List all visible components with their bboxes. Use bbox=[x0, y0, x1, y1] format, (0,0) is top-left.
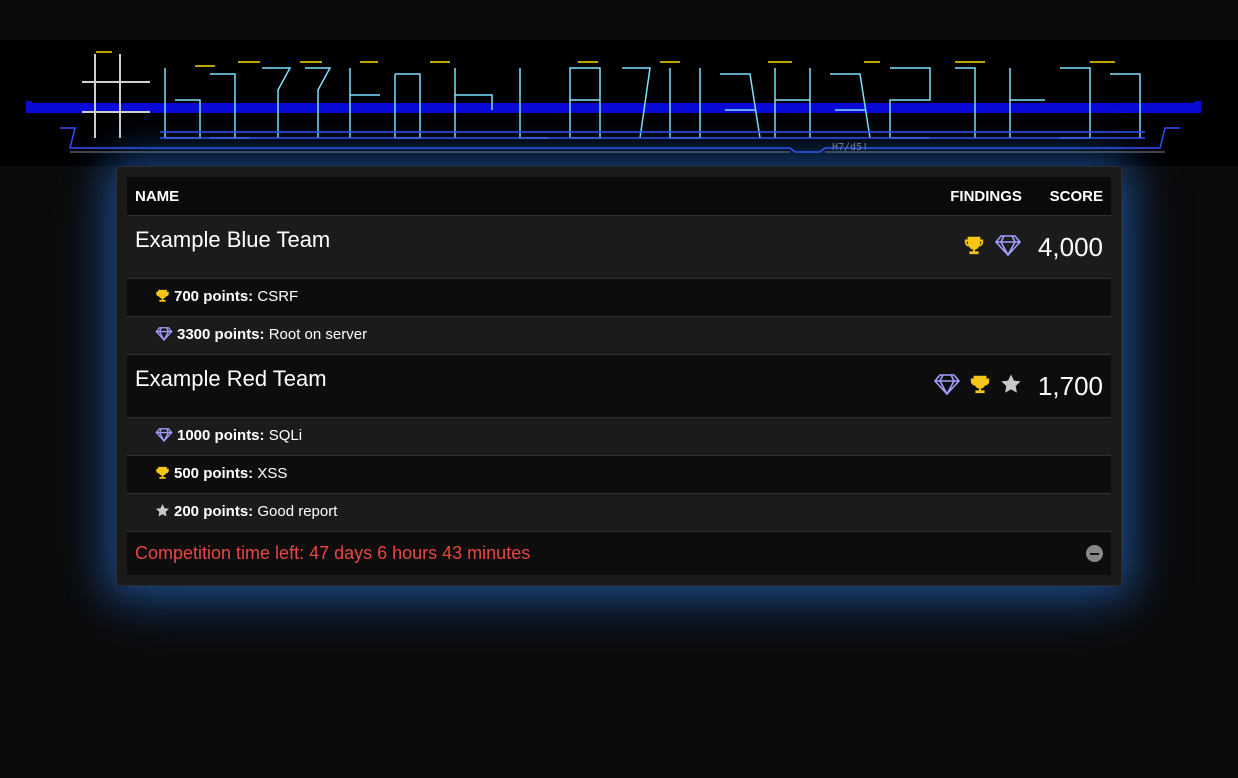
trophy-icon bbox=[963, 234, 985, 261]
trophy-icon bbox=[969, 373, 991, 400]
header-name[interactable]: NAME bbox=[127, 177, 884, 216]
trophy-icon bbox=[155, 465, 170, 484]
finding-title: CSRF bbox=[257, 288, 299, 305]
finding-title: SQLi bbox=[268, 427, 303, 444]
team-row-red[interactable]: Example Red Team 1,700 bbox=[127, 354, 1111, 418]
finding-title: Root on server bbox=[268, 326, 368, 343]
ascii-banner: H7/d5! bbox=[0, 40, 1238, 166]
finding-points: 500 points: bbox=[174, 465, 254, 482]
finding-row: 200 points: Good report bbox=[127, 493, 1111, 532]
competition-time-left: Competition time left: 47 days 6 hours 4… bbox=[135, 543, 531, 563]
header-findings[interactable]: FINDINGS bbox=[883, 177, 1030, 216]
scoreboard-panel: NAME FINDINGS SCORE Example Blue Team 4,… bbox=[116, 166, 1122, 586]
diamond-icon bbox=[994, 234, 1022, 261]
finding-title: XSS bbox=[257, 465, 288, 482]
diamond-icon bbox=[155, 326, 173, 345]
header-score[interactable]: SCORE bbox=[1029, 177, 1111, 216]
diamond-icon bbox=[933, 373, 961, 400]
finding-points: 3300 points: bbox=[177, 326, 265, 343]
team-findings-icons bbox=[883, 354, 1030, 418]
finding-row: 500 points: XSS bbox=[127, 455, 1111, 494]
team-row-blue[interactable]: Example Blue Team 4,000 bbox=[127, 215, 1111, 279]
collapse-icon[interactable] bbox=[1086, 545, 1103, 562]
header-row: NAME FINDINGS SCORE bbox=[127, 177, 1111, 216]
finding-points: 700 points: bbox=[174, 288, 254, 305]
star-icon bbox=[155, 503, 170, 522]
team-score: 4,000 bbox=[1029, 215, 1111, 279]
footer-row: Competition time left: 47 days 6 hours 4… bbox=[127, 531, 1111, 575]
finding-points: 1000 points: bbox=[177, 427, 265, 444]
finding-row: 700 points: CSRF bbox=[127, 278, 1111, 317]
team-findings-icons bbox=[883, 215, 1030, 279]
trophy-icon bbox=[155, 288, 170, 307]
scoreboard-table: NAME FINDINGS SCORE Example Blue Team 4,… bbox=[127, 177, 1111, 575]
finding-points: 200 points: bbox=[174, 503, 254, 520]
finding-row: 3300 points: Root on server bbox=[127, 316, 1111, 355]
team-name: Example Blue Team bbox=[127, 215, 884, 279]
banner-logo: H7/d5! bbox=[26, 51, 1201, 153]
team-score: 1,700 bbox=[1029, 354, 1111, 418]
diamond-icon bbox=[155, 427, 173, 446]
svg-text:H7/d5!: H7/d5! bbox=[832, 142, 868, 153]
team-name: Example Red Team bbox=[127, 354, 884, 418]
finding-title: Good report bbox=[257, 503, 338, 520]
finding-row: 1000 points: SQLi bbox=[127, 417, 1111, 456]
star-icon bbox=[1000, 373, 1022, 400]
